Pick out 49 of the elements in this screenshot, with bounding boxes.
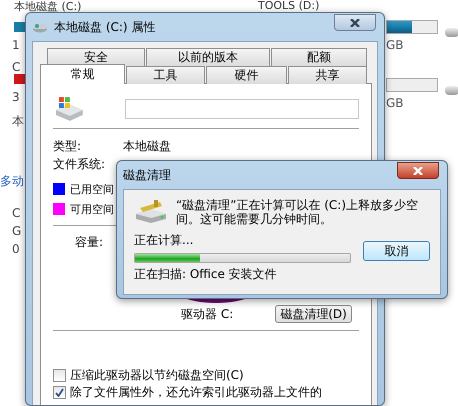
drive-icon [32, 21, 48, 33]
tab[interactable]: 常规 [40, 64, 125, 84]
tab[interactable]: 配额 [271, 48, 367, 66]
legend-label: 已用空间 [70, 182, 114, 196]
window-title: 磁盘清理 [123, 166, 171, 184]
drive-label: TOOLS (D:) [258, 0, 320, 12]
checkbox-label: 除了文件属性外，还允许索引此驱动器上文件的 [70, 384, 322, 401]
drive-label: 本地磁盘 (C:) [14, 0, 82, 14]
close-icon [413, 166, 423, 174]
checkbox-label: 压缩此驱动器以节约磁盘空间(C) [70, 367, 244, 384]
tab[interactable]: 硬件 [206, 66, 287, 84]
close-button[interactable] [397, 162, 439, 179]
drive-label: 驱动器 C: [181, 306, 234, 322]
disk-cleanup-icon [134, 200, 168, 224]
tab[interactable]: 工具 [126, 66, 205, 84]
size-text: GB [386, 38, 405, 52]
window-title: 本地磁盘 (C:) 属性 [54, 18, 156, 36]
drive-icon [445, 86, 458, 95]
field-label: 文件系统: [53, 156, 106, 172]
dialog-message: “磁盘清理”正在计算可以在 (C:)上释放多少空间。这可能需要几分钟时间。 [176, 198, 420, 226]
drive-text: 本 [12, 114, 25, 128]
capacity-label: 容量: [75, 234, 104, 251]
close-button[interactable] [334, 14, 376, 31]
tab[interactable]: 以前的版本 [146, 48, 270, 66]
drive-text: 1 [12, 38, 21, 52]
drive-icon [445, 28, 458, 37]
tab[interactable]: 共享 [288, 66, 367, 84]
drive-bar [386, 78, 438, 92]
close-icon [350, 18, 360, 26]
field-value: 本地磁盘 [123, 138, 171, 154]
tab[interactable]: 安全 [47, 48, 145, 66]
checkbox[interactable] [53, 386, 66, 399]
field-label: 类型: [53, 138, 82, 154]
drive-icon [53, 96, 85, 122]
name-field[interactable] [124, 99, 359, 119]
drive-text: C [12, 60, 22, 74]
disk-cleanup-button[interactable]: 磁盘清理(D) [275, 305, 352, 323]
status-text: 正在计算... [134, 232, 194, 249]
drive-text: 3 [12, 90, 21, 104]
legend-label: 可用空间 [70, 202, 114, 216]
cancel-button[interactable]: 取消 [363, 240, 430, 260]
drive-text: C [12, 206, 22, 220]
section-link[interactable]: 多动 [0, 174, 26, 188]
drive-text: G [12, 224, 22, 238]
scan-status: 正在扫描: Office 安装文件 [134, 266, 278, 283]
size-text: GB [386, 96, 405, 110]
drive-bar [386, 20, 438, 34]
checkbox[interactable] [53, 369, 66, 382]
drive-text: 0 [12, 242, 21, 256]
